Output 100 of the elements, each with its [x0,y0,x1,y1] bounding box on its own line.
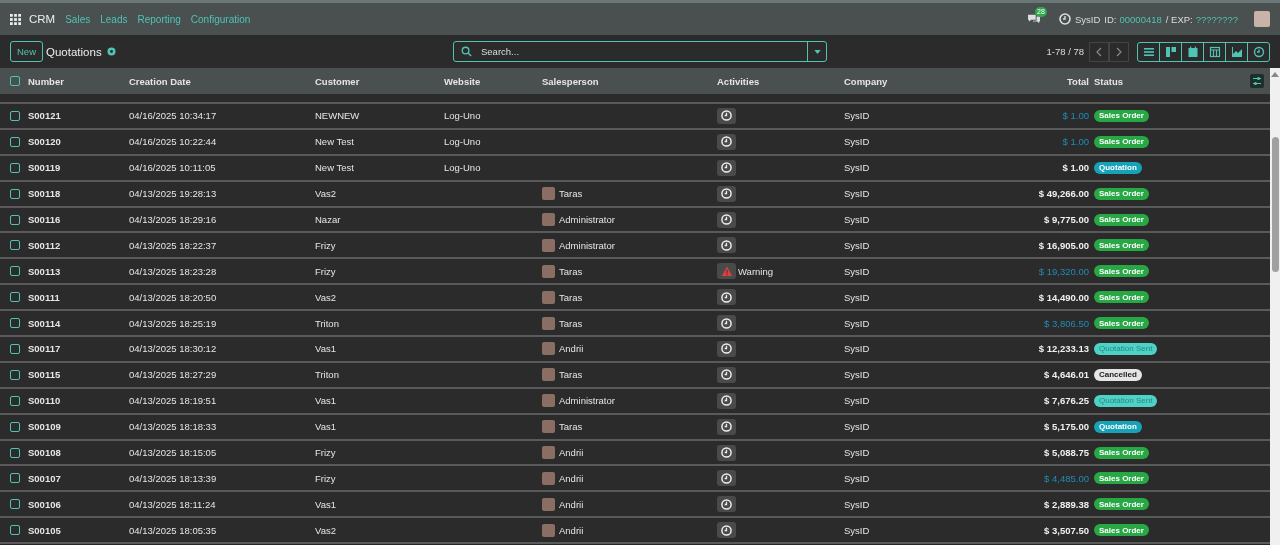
clock-icon[interactable] [717,133,736,150]
optional-columns-icon[interactable] [1250,74,1264,88]
menu-item[interactable]: Configuration [190,13,251,25]
company-name: SysID [844,524,870,536]
status-badge: Sales Order [1094,472,1149,485]
menu-item[interactable]: Leads [100,13,128,25]
clock-icon[interactable] [717,366,736,383]
row-checkbox[interactable] [10,473,20,484]
clock-icon[interactable] [717,418,736,435]
activity-view-icon[interactable] [1247,41,1270,62]
search-field[interactable]: Search... [453,41,827,62]
avatar-placeholder [542,187,555,201]
row-checkbox[interactable] [10,343,20,354]
clock-icon[interactable] [717,392,736,409]
column-header[interactable]: Creation Date [129,75,191,87]
row-checkbox[interactable] [10,421,20,432]
clock-icon[interactable] [717,237,736,254]
row-checkbox[interactable] [10,162,20,173]
creation-date: 04/16/2025 10:34:17 [129,110,217,122]
row-checkbox[interactable] [10,525,20,536]
status-badge: Sales Order [1094,265,1149,278]
row-checkbox[interactable] [10,110,20,121]
row-checkbox[interactable] [10,369,20,380]
status-badge: Sales Order [1094,446,1149,459]
column-header[interactable]: Website [444,75,481,87]
warning-icon[interactable] [717,263,736,280]
scroll-up-icon[interactable] [1271,72,1279,77]
chevron-left-icon [1096,46,1102,57]
search-input[interactable]: Search... [479,45,800,58]
kanban-view-icon[interactable] [1159,41,1182,62]
company-name: SysID [844,447,870,458]
page-title: Quotations [46,45,102,58]
graph-view-icon[interactable] [1225,41,1248,62]
chat-icon[interactable] [1027,13,1041,25]
row-checkbox[interactable] [10,266,20,277]
menu-item[interactable]: Reporting [137,13,181,25]
row-checkbox[interactable] [10,188,20,199]
menu-item[interactable]: Sales [65,13,91,25]
caret-icon [813,49,821,54]
company-name: SysID [844,214,870,225]
company-name: SysID [844,265,870,277]
company-name: SysID [844,110,870,122]
row-checkbox[interactable] [10,499,20,510]
clock-icon[interactable] [717,211,736,228]
status-badge: Cancelled [1094,368,1142,381]
clock-icon[interactable] [717,470,736,487]
apps-grid-icon[interactable] [10,13,21,25]
salesperson-name: Taras [559,421,583,433]
customer-name: Vas2 [315,188,336,200]
creation-date: 04/13/2025 18:18:33 [129,421,217,433]
website-name: Log-Uno [444,162,481,174]
clock-icon[interactable] [717,159,736,176]
order-total: $ 3,806.50 [1044,317,1089,329]
customer-name: Vas1 [315,498,336,510]
company-name: SysID [844,291,870,303]
scrollbar[interactable] [1270,68,1280,545]
calendar-view-icon[interactable] [1181,41,1204,62]
clock-icon[interactable] [717,444,736,461]
activity-label: Warning [738,265,774,277]
list-view-icon[interactable] [1137,41,1160,62]
clock-icon[interactable] [717,315,736,332]
clock-icon[interactable] [717,185,736,202]
salesperson-name: Taras [559,369,583,381]
clock-icon[interactable] [1059,13,1071,25]
row-checkbox[interactable] [10,240,20,251]
salesperson-name: Taras [559,291,583,303]
clock-icon[interactable] [717,522,736,539]
creation-date: 04/13/2025 18:30:12 [129,343,217,355]
company-name: SysID [844,136,870,148]
clock-icon[interactable] [717,496,736,513]
column-header[interactable]: Total [1067,75,1089,87]
column-header[interactable]: Customer [315,75,360,87]
customer-name: Triton [315,317,339,329]
customer-name: Vas2 [315,291,336,303]
row-checkbox[interactable] [10,136,20,147]
column-header[interactable]: Company [844,75,888,87]
row-checkbox[interactable] [10,292,20,303]
clock-icon[interactable] [717,340,736,357]
row-checkbox[interactable] [10,318,20,329]
scrollbar-thumb[interactable] [1271,137,1279,272]
salesperson-name: Taras [559,265,583,277]
salesperson-name: Taras [559,188,583,200]
column-header[interactable]: Status [1094,75,1124,87]
row-checkbox[interactable] [10,447,20,458]
row-checkbox[interactable] [10,395,20,406]
customer-name: Frizy [315,265,336,277]
order-total: $ 1.00 [1062,136,1089,148]
new-button[interactable]: New [10,41,43,62]
settings-icon[interactable] [106,47,116,56]
column-header[interactable]: Activities [717,75,760,87]
column-header[interactable]: Number [28,75,64,87]
column-header[interactable]: Salesperson [542,75,599,87]
status-badge: Sales Order [1094,524,1149,537]
pivot-view-icon[interactable] [1203,41,1226,62]
row-checkbox[interactable] [10,214,20,225]
clock-icon[interactable] [717,107,736,124]
app-name[interactable]: CRM [29,13,56,25]
select-all-checkbox[interactable] [10,76,20,86]
clock-icon[interactable] [717,289,736,306]
avatar-placeholder [542,213,555,226]
